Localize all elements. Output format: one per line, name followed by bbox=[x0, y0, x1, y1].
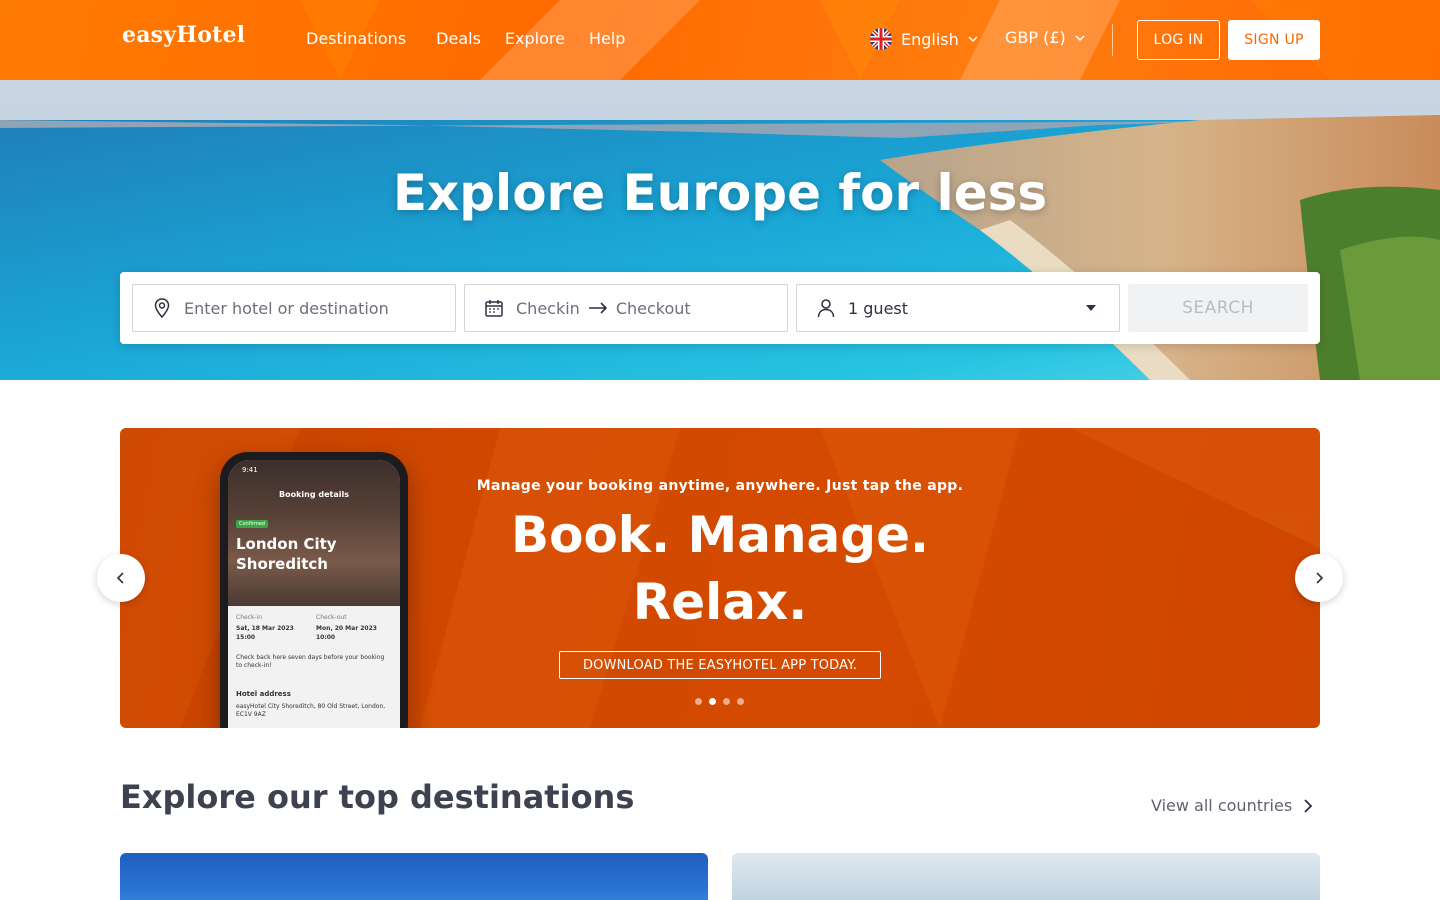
uk-flag-icon bbox=[870, 28, 892, 50]
search-bar: Enter hotel or destination Checkin Check… bbox=[120, 272, 1320, 344]
destination-placeholder: Enter hotel or destination bbox=[184, 298, 389, 318]
calendar-icon bbox=[485, 300, 503, 317]
promo-subtitle: Manage your booking anytime, anywhere. J… bbox=[476, 478, 964, 494]
phone-hotel-name: London City Shoreditch bbox=[236, 534, 386, 574]
view-all-label: View all countries bbox=[1151, 796, 1293, 815]
phone-checkin-date: Sat, 18 Mar 2023 bbox=[236, 625, 294, 632]
destination-field[interactable]: Enter hotel or destination bbox=[132, 284, 456, 332]
destinations-heading: Explore our top destinations bbox=[120, 778, 635, 816]
phone-screen: 9:41 Booking details Confirmed London Ci… bbox=[228, 460, 400, 728]
nav-destinations[interactable]: Destinations bbox=[306, 29, 406, 48]
chevron-right-icon bbox=[1304, 798, 1313, 813]
search-button[interactable]: SEARCH bbox=[1128, 284, 1308, 332]
download-app-button[interactable]: DOWNLOAD THE EASYHOTEL APP TODAY. bbox=[559, 651, 881, 679]
chevron-down-icon bbox=[968, 36, 978, 43]
phone-checkin-time: 15:00 bbox=[236, 634, 256, 641]
chevron-down-icon bbox=[1075, 34, 1085, 41]
caret-down-icon bbox=[1086, 305, 1096, 311]
nav-help[interactable]: Help bbox=[589, 29, 625, 48]
promo-title: Book. Manage. Relax. bbox=[480, 502, 960, 636]
chevron-right-icon bbox=[1316, 572, 1324, 584]
chevron-left-icon bbox=[116, 572, 124, 584]
phone-checkout-date: Mon, 20 Mar 2023 bbox=[316, 625, 377, 632]
carousel-dot[interactable] bbox=[723, 698, 730, 705]
phone-status-badge: Confirmed bbox=[236, 520, 268, 528]
phone-checkin-label: Check-in bbox=[236, 614, 263, 621]
phone-note: Check back here seven days before your b… bbox=[236, 654, 385, 669]
arrow-right-icon bbox=[588, 302, 607, 314]
phone-address: easyHotel City Shoreditch, 80 Old Street… bbox=[236, 703, 386, 718]
promo-title-line2: Relax. bbox=[632, 573, 808, 631]
currency-label: GBP (£) bbox=[1005, 28, 1066, 47]
phone-checkout-time: 10:00 bbox=[316, 634, 336, 641]
destination-card[interactable] bbox=[732, 853, 1320, 900]
carousel-dot[interactable] bbox=[737, 698, 744, 705]
carousel-prev-button[interactable] bbox=[97, 554, 145, 602]
hero-title: Explore Europe for less bbox=[392, 164, 1048, 222]
phone-booking-details: Check-in Sat, 18 Mar 2023 15:00 Check-ou… bbox=[228, 606, 400, 728]
app-promo-banner: 9:41 Booking details Confirmed London Ci… bbox=[120, 428, 1320, 728]
currency-selector[interactable]: GBP (£) bbox=[1005, 28, 1086, 47]
destination-card[interactable] bbox=[120, 853, 708, 900]
phone-hotel-line2: Shoreditch bbox=[236, 555, 328, 573]
phone-address-label: Hotel address bbox=[236, 690, 291, 698]
promo-title-line1: Book. Manage. bbox=[511, 506, 929, 564]
guests-selector[interactable]: 1 guest bbox=[796, 284, 1120, 332]
carousel-dot[interactable] bbox=[695, 698, 702, 705]
hero-section: Explore Europe for less Enter hotel or d… bbox=[0, 80, 1440, 380]
checkin-label: Checkin bbox=[516, 298, 580, 318]
brand-logo[interactable]: easyHotel bbox=[122, 22, 245, 48]
language-selector[interactable]: English bbox=[870, 28, 979, 50]
main-nav: Destinations Deals Explore Help bbox=[306, 29, 649, 48]
carousel-next-button[interactable] bbox=[1295, 554, 1343, 602]
phone-time: 9:41 bbox=[242, 466, 258, 474]
carousel-dots bbox=[695, 698, 751, 705]
login-button[interactable]: LOG IN bbox=[1137, 20, 1220, 60]
checkout-label: Checkout bbox=[615, 298, 691, 318]
location-pin-icon bbox=[154, 298, 170, 319]
phone-hotel-line1: London City bbox=[236, 535, 337, 553]
header-divider bbox=[1112, 24, 1113, 56]
carousel-dot-active[interactable] bbox=[709, 698, 716, 705]
phone-checkin: Check-in Sat, 18 Mar 2023 15:00 bbox=[236, 614, 316, 642]
date-range-field[interactable]: Checkin Checkout bbox=[464, 284, 788, 332]
nav-explore[interactable]: Explore bbox=[505, 29, 565, 48]
user-icon bbox=[817, 299, 835, 318]
signup-button[interactable]: SIGN UP bbox=[1228, 20, 1320, 60]
nav-deals[interactable]: Deals bbox=[436, 29, 481, 48]
phone-checkout: Check-out Mon, 20 Mar 2023 10:00 bbox=[316, 614, 396, 642]
phone-dates-row: Check-in Sat, 18 Mar 2023 15:00 Check-ou… bbox=[236, 614, 392, 642]
phone-checkout-label: Check-out bbox=[316, 614, 347, 621]
view-all-countries-link[interactable]: View all countries bbox=[1151, 796, 1314, 815]
guests-value: 1 guest bbox=[848, 298, 909, 318]
top-header: easyHotel Destinations Deals Explore Hel… bbox=[0, 0, 1440, 80]
language-label: English bbox=[901, 29, 959, 49]
